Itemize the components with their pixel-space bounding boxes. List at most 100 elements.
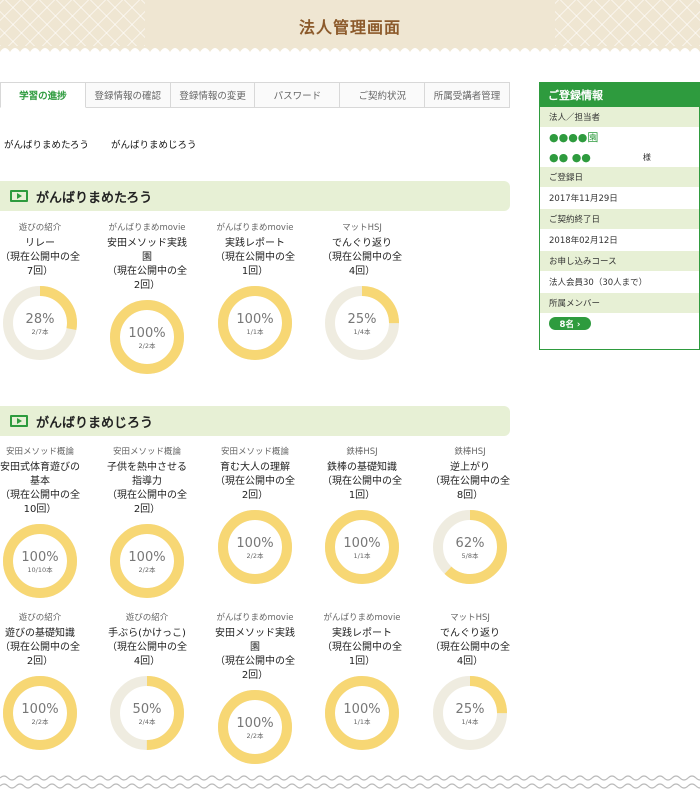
course-card[interactable]: マットHSJ でんぐり返り （現在公開中の全 4回） 25% 1/4本 — [312, 222, 412, 363]
course-title: 逆上がり （現在公開中の全 8回） — [430, 462, 510, 501]
progress-count: 2/2本 — [139, 341, 156, 350]
course-category: 遊びの紹介 — [125, 613, 169, 623]
tab-member-management[interactable]: 所属受講者管理 — [425, 82, 510, 108]
page-title: 法人管理画面 — [298, 18, 401, 37]
person-name: ●● ●● — [549, 150, 591, 164]
course-title: 鉄棒の基礎知識 （現在公開中の全 1回） — [322, 462, 402, 501]
course-card[interactable]: 安田メソッド概論育む大人の理解 （現在公開中の全 2回） 100% 2/2本 — [205, 446, 305, 587]
progress-percent: 100% — [128, 550, 165, 565]
course-card[interactable]: 遊びの紹介手ぶら(かけっこ) （現在公開中の全 4回） 50% 2/4本 — [97, 612, 197, 753]
section-title: がんばりまめたろう — [36, 190, 153, 206]
progress-percent: 100% — [236, 536, 273, 551]
course-title: でんぐり返り （現在公開中の全 4回） — [430, 628, 510, 667]
course-card[interactable]: 遊びの紹介リレー （現在公開中の全 7回） 28% 2/7本 — [0, 222, 90, 363]
progress-ring: 50%2/4本 — [110, 676, 184, 750]
progress-ring: 100%1/1本 — [218, 286, 292, 360]
course-title: でんぐり返り （現在公開中の全 4回） — [322, 238, 402, 277]
registration-info-panel: ご登録情報 法人／担当者 ●●●●園 ●● ●● 様 ご登録日 2017年11月… — [539, 82, 700, 350]
corp-label: 法人／担当者 — [540, 107, 699, 127]
course-card[interactable]: 鉄棒HSJ 逆上がり （現在公開中の全 8回） 62% 5/8本 — [420, 446, 520, 587]
course-card[interactable]: がんばりまめmovie 実践レポート （現在公開中の全 1回） 100% 1/1本 — [312, 612, 412, 753]
progress-ring: 28%2/7本 — [3, 286, 77, 360]
header-wave — [0, 48, 700, 52]
progress-count: 2/7本 — [32, 327, 49, 336]
progress-percent: 100% — [21, 550, 58, 565]
course-title: 安田式体育遊びの 基本 （現在公開中の全 10回） — [0, 462, 80, 515]
footer-wave — [0, 775, 700, 789]
progress-ring: 100%2/2本 — [218, 510, 292, 584]
course-card[interactable]: 遊びの紹介 遊びの基礎知識 （現在公開中の全 2回） 100% 2/2本 — [0, 612, 90, 753]
course-category: 遊びの紹介 — [18, 613, 62, 623]
reg-date-label: ご登録日 — [540, 167, 699, 187]
course-card[interactable]: 安田メソッド概論子供を熱中させる 指導力 （現在公開中の全 2回） 100% 2/2… — [97, 446, 197, 601]
end-date: 2018年02月12日 — [540, 229, 699, 251]
progress-count: 1/1本 — [354, 717, 371, 726]
progress-percent: 100% — [128, 326, 165, 341]
progress-count: 1/1本 — [354, 551, 371, 560]
members-button[interactable]: 8名 › — [549, 317, 591, 330]
student-links: がんばりまめたろう がんばりまめじろう — [4, 137, 196, 151]
progress-ring: 100%2/2本 — [110, 300, 184, 374]
course-card[interactable]: がんばりまめmovie 安田メソッド実践 園 （現在公開中の全 2回） 100% 2/… — [97, 222, 197, 377]
progress-percent: 25% — [456, 702, 485, 717]
progress-percent: 100% — [236, 312, 273, 327]
course-title: 安田メソッド実践 園 （現在公開中の全 2回） — [107, 238, 187, 291]
student-link[interactable]: がんばりまめたろう — [4, 137, 89, 151]
course-card[interactable]: がんばりまめmovie 安田メソッド実践 園 （現在公開中の全 2回） 100% 2/… — [205, 612, 305, 767]
progress-percent: 50% — [133, 702, 162, 717]
course-card[interactable]: がんばりまめmovie 実践レポート （現在公開中の全 1回） 100% 1/1本 — [205, 222, 305, 363]
course-card[interactable]: マットHSJ でんぐり返り （現在公開中の全 4回） 25% 1/4本 — [420, 612, 520, 753]
course-title: 育む大人の理解 （現在公開中の全 2回） — [215, 462, 295, 501]
progress-percent: 28% — [26, 312, 55, 327]
progress-count: 5/8本 — [462, 551, 479, 560]
course-title: リレー （現在公開中の全 7回） — [0, 238, 80, 277]
course-card[interactable]: 鉄棒HSJ 鉄棒の基礎知識 （現在公開中の全 1回） 100% 1/1本 — [312, 446, 412, 587]
course-category: マットHSJ — [342, 223, 382, 233]
panel-title: ご登録情報 — [540, 83, 699, 107]
tab-contract-status[interactable]: ご契約状況 — [340, 82, 426, 108]
course-category: 遊びの紹介 — [18, 223, 62, 233]
course-category: 安田メソッド概論 — [5, 447, 74, 457]
honorific: 様 — [642, 152, 651, 162]
course-category: 鉄棒HSJ — [346, 447, 378, 457]
course-category: 鉄棒HSJ — [454, 447, 486, 457]
progress-count: 1/4本 — [462, 717, 479, 726]
course-title: 子供を熱中させる 指導力 （現在公開中の全 2回） — [107, 462, 187, 515]
course-category: がんばりまめmovie — [323, 613, 401, 623]
members-label: 所属メンバー — [540, 293, 699, 313]
student-link[interactable]: がんばりまめじろう — [111, 137, 197, 151]
progress-ring: 25%1/4本 — [433, 676, 507, 750]
reg-date: 2017年11月29日 — [540, 187, 699, 209]
tab-registration-confirm[interactable]: 登録情報の確認 — [85, 82, 171, 108]
course-category: 安田メソッド概論 — [220, 447, 289, 457]
course-title: 安田メソッド実践 園 （現在公開中の全 2回） — [215, 628, 295, 681]
course-card[interactable]: 安田メソッド概論 安田式体育遊びの 基本 （現在公開中の全 10回） 100% 10/… — [0, 446, 90, 601]
progress-count: 2/2本 — [247, 551, 264, 560]
tab-registration-change[interactable]: 登録情報の変更 — [170, 82, 256, 108]
progress-ring: 100%1/1本 — [325, 510, 399, 584]
progress-percent: 25% — [348, 312, 377, 327]
tab-password[interactable]: パスワード — [255, 82, 341, 108]
corp-name: ●●●●園 — [540, 127, 699, 147]
course-category: がんばりまめmovie — [216, 223, 294, 233]
tab-bar: 学習の進捗 登録情報の確認 登録情報の変更 パスワード ご契約状況 所属受講者管… — [0, 82, 510, 108]
tab-progress[interactable]: 学習の進捗 — [0, 82, 86, 108]
course-category: がんばりまめmovie — [108, 223, 186, 233]
progress-ring: 62%5/8本 — [433, 510, 507, 584]
course-category: マットHSJ — [450, 613, 490, 623]
progress-ring: 100%2/2本 — [3, 676, 77, 750]
section-header: がんばりまめたろう — [0, 181, 510, 211]
person-name-row: ●● ●● 様 — [540, 147, 699, 167]
course-title: 実践レポート （現在公開中の全 1回） — [215, 238, 295, 277]
course-label: お申し込みコース — [540, 251, 699, 271]
progress-count: 2/2本 — [32, 717, 49, 726]
section-title: がんばりまめじろう — [36, 415, 154, 431]
end-date-label: ご契約終了日 — [540, 209, 699, 229]
progress-percent: 100% — [236, 716, 273, 731]
progress-percent: 100% — [21, 702, 58, 717]
course-category: 安田メソッド概論 — [112, 447, 181, 457]
course-title: 手ぶら(かけっこ) （現在公開中の全 4回） — [107, 628, 187, 667]
page-header: 法人管理画面 — [0, 0, 700, 52]
course-value: 法人会員30（30人まで） — [540, 271, 699, 293]
progress-count: 2/2本 — [139, 565, 156, 574]
